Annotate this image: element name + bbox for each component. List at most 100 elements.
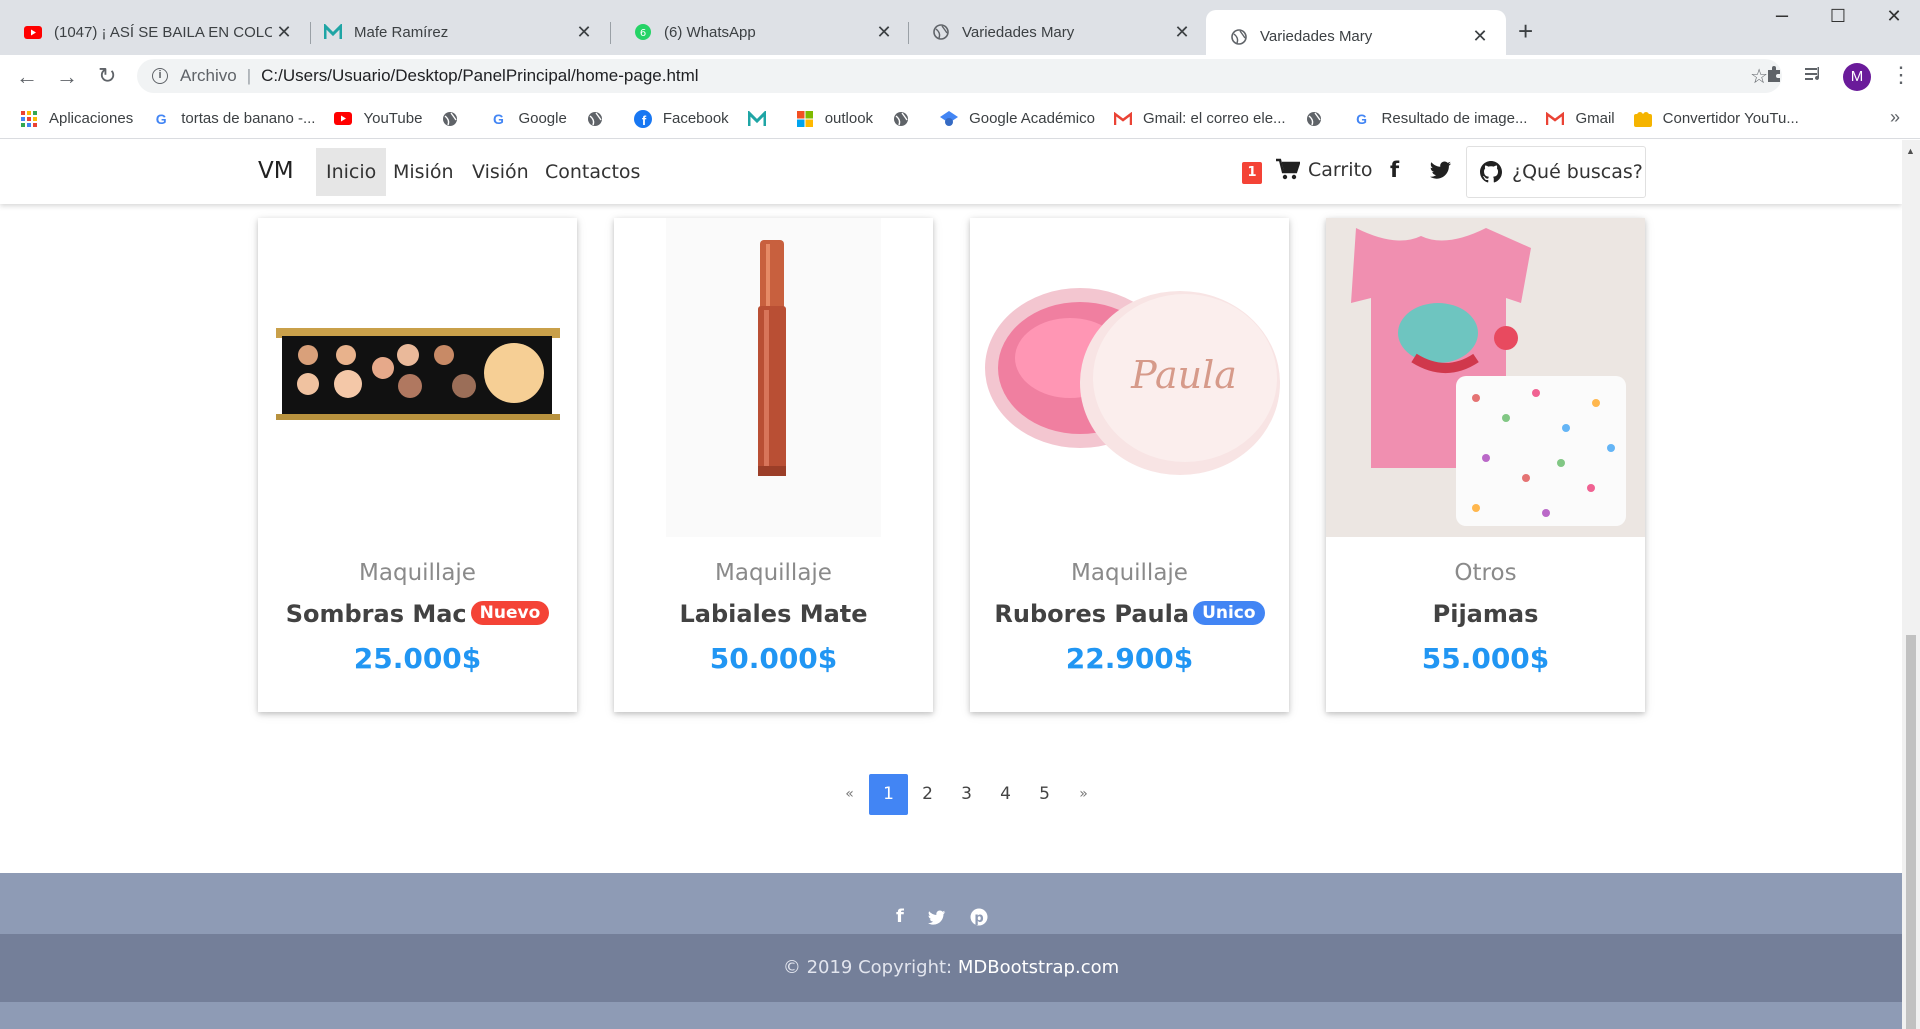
bookmark-resultado[interactable]: G Resultado de image... [1353,110,1528,128]
reload-icon[interactable]: ↻ [98,63,116,89]
product-card[interactable]: Maquillaje Labiales Mate 50.000$ [614,218,933,712]
brand-logo[interactable]: VM [258,158,294,184]
scroll-up-arrow-icon[interactable]: ▲ [1906,146,1915,156]
facebook-icon[interactable]: f [896,906,904,927]
cart-icon[interactable] [1276,158,1301,186]
pagination-next[interactable]: » [1064,774,1103,815]
nav-link-contactos[interactable]: Contactos [535,148,650,196]
pagination-prev[interactable]: « [830,774,869,815]
scrollbar-thumb[interactable] [1906,635,1916,1029]
product-price: 50.000$ [709,642,838,675]
product-name-text: Labiales Mate [679,600,868,628]
bookmark-outlook[interactable]: outlook [796,110,873,128]
gmail-icon [1113,110,1132,128]
pagination-page-2[interactable]: 2 [908,774,947,815]
pagination-page-5[interactable]: 5 [1025,774,1064,815]
product-name[interactable]: Pijamas [1326,600,1645,628]
svg-text:Paula: Paula [1130,353,1237,397]
new-tab-button[interactable]: + [1518,16,1533,47]
address-url[interactable]: C:/Users/Usuario/Desktop/PanelPrincipal/… [261,66,698,86]
tab-mafe[interactable]: Mafe Ramírez ✕ [300,10,610,54]
tab-whatsapp[interactable]: 6 (6) WhatsApp ✕ [610,10,910,54]
product-image-eyeshadow-palette[interactable] [258,218,577,537]
more-bookmarks-icon[interactable]: » [1890,107,1900,128]
bookmark-gmail-2[interactable]: Gmail [1546,110,1615,128]
bookmark-tortas[interactable]: G tortas de banano -... [152,110,316,128]
globe-icon [892,110,910,128]
nav-link-mision[interactable]: Misión [383,148,464,196]
twitter-icon[interactable] [1430,160,1452,184]
bookmark-convertidor[interactable]: Convertidor YouTu... [1633,110,1799,128]
page-scrollbar[interactable]: ▲ [1902,140,1920,1029]
product-image-lipstick[interactable] [614,218,933,537]
product-price: 25.000$ [353,642,482,675]
bookmark-gmail[interactable]: Gmail: el correo ele... [1113,110,1286,128]
product-card[interactable]: Maquillaje Sombras Mac Nuevo 25.000$ [258,218,577,712]
extensions-icon[interactable] [1764,64,1784,90]
github-icon [1480,161,1502,183]
bookmark-youtube[interactable]: YouTube [334,110,422,128]
product-name[interactable]: Sombras Mac Nuevo [258,600,577,628]
minimize-icon[interactable]: – [1762,2,1802,28]
globe-icon [1230,28,1248,46]
bookmark-label: Google Académico [969,110,1095,127]
close-window-icon[interactable]: ✕ [1874,6,1914,27]
info-icon[interactable]: i [152,68,168,84]
close-tab-icon[interactable]: ✕ [272,22,296,43]
product-name[interactable]: Labiales Mate [614,600,933,628]
address-divider: | [246,66,252,85]
close-tab-icon[interactable]: ✕ [872,22,896,43]
back-icon[interactable]: ← [16,64,38,90]
facebook-icon[interactable]: f [1390,158,1399,182]
nav-link-inicio[interactable]: Inicio [316,148,387,196]
maximize-icon[interactable]: ☐ [1818,6,1858,27]
bookmark-globe[interactable] [1305,110,1334,128]
tab-variedades-1[interactable]: Variedades Mary ✕ [908,10,1208,54]
product-card[interactable]: Paula Maquillaje Rubores Paula Unico 22.9… [970,218,1289,712]
search-button[interactable]: ¿Qué buscas? [1466,146,1646,198]
pinterest-icon[interactable]: p [970,908,988,931]
bookmark-label: Gmail: el correo ele... [1142,110,1286,127]
pagination-page-4[interactable]: 4 [986,774,1025,815]
nav-link-vision[interactable]: Visión [462,148,539,196]
bookmark-globe[interactable] [892,110,921,128]
youtube-icon [334,110,353,128]
bookmark-facebook[interactable]: f Facebook [633,109,729,128]
bookmark-m[interactable] [747,110,777,128]
bookmark-label: Gmail [1575,110,1615,127]
profile-avatar[interactable]: M [1843,63,1871,91]
bookmark-globe[interactable] [441,110,470,128]
address-protocol: Archivo [180,66,237,85]
media-control-icon[interactable] [1804,64,1824,90]
product-card[interactable]: Otros Pijamas 55.000$ [1326,218,1645,712]
product-image-pajamas[interactable] [1326,218,1645,537]
pagination-page-1[interactable]: 1 [869,774,908,815]
product-name[interactable]: Rubores Paula Unico [970,600,1289,628]
bookmark-google[interactable]: G Google [489,110,567,128]
product-category: Maquillaje [1071,560,1188,586]
address-bar[interactable]: i Archivo | C:/Users/Usuario/Desktop/Pan… [137,59,1782,93]
close-tab-icon[interactable]: ✕ [1468,26,1492,47]
copyright-text: © 2019 Copyright: [782,957,953,978]
menu-kebab-icon[interactable]: ⋮ [1890,62,1912,88]
twitter-icon[interactable] [928,909,946,930]
facebook-icon: f [633,109,652,128]
product-image-blush[interactable]: Paula [970,218,1289,537]
microsoft-icon [796,110,814,128]
tab-strip: (1047) ¡ ASÍ SE BAILA EN COLOMBIA ✕ Mafe… [0,0,1920,63]
close-tab-icon[interactable]: ✕ [1170,22,1194,43]
bookmark-globe[interactable] [586,110,615,128]
bookmark-label: Convertidor YouTu... [1662,110,1799,127]
bookmark-scholar[interactable]: Google Académico [940,110,1095,128]
web-page: VM Inicio Misión Visión Contactos 1 Carr… [0,140,1902,1029]
close-tab-icon[interactable]: ✕ [572,22,596,43]
bookmark-label: Resultado de image... [1381,110,1528,127]
bookmark-label: Facebook [662,110,729,127]
forward-icon[interactable]: → [56,64,78,90]
pagination-page-3[interactable]: 3 [947,774,986,815]
bookmark-apps[interactable]: Aplicaciones [20,110,133,128]
cart-link[interactable]: Carrito [1308,159,1373,181]
copyright-link[interactable]: MDBootstrap.com [958,957,1119,978]
tab-youtube[interactable]: (1047) ¡ ASÍ SE BAILA EN COLOMBIA ✕ [0,10,310,54]
bookmark-label: YouTube [363,110,423,127]
